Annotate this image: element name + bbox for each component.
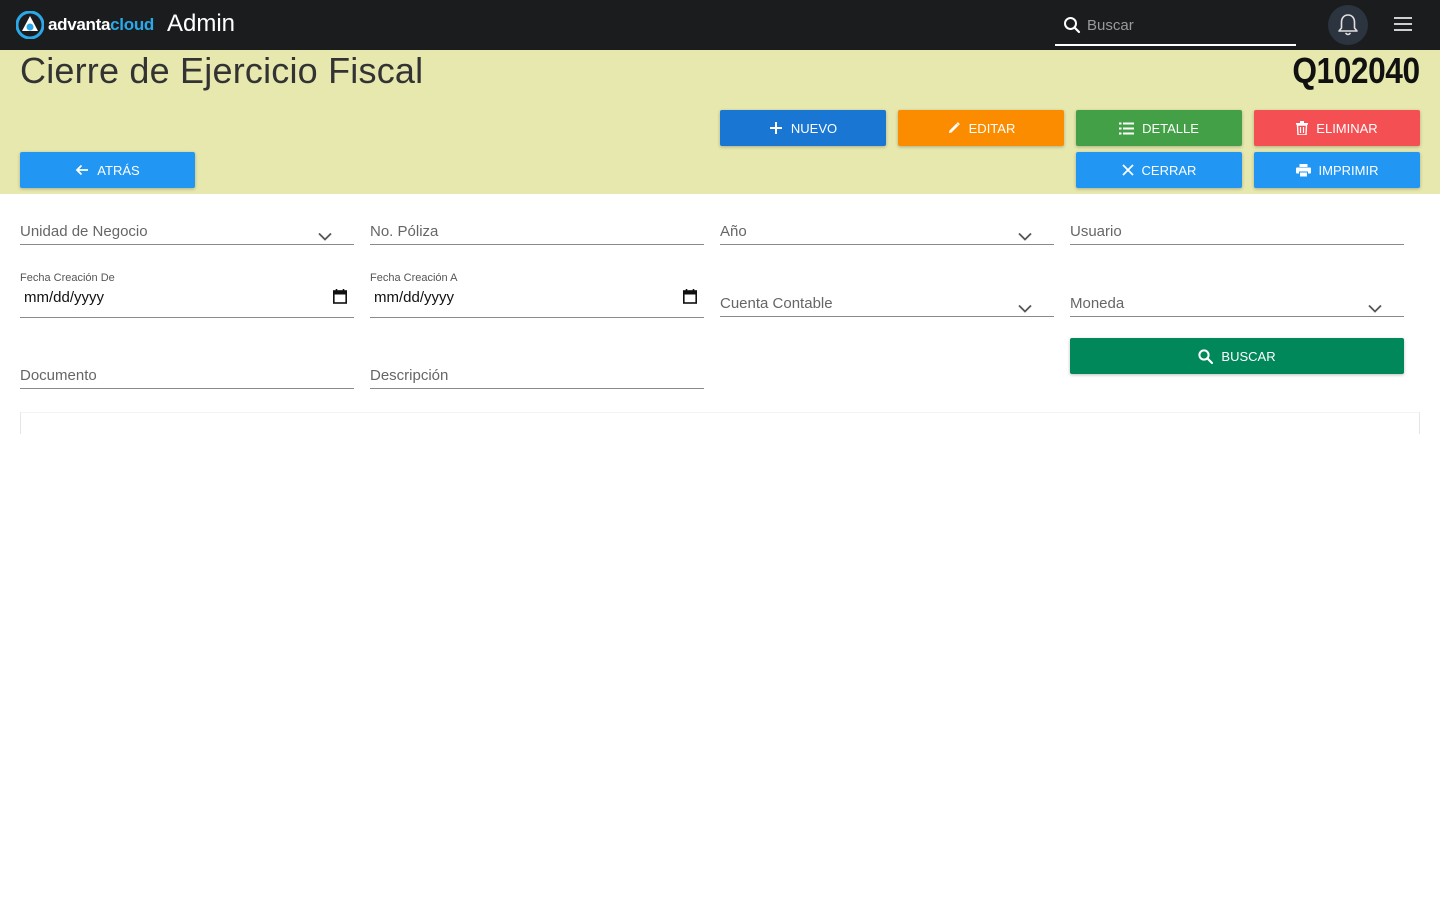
chevron-down-icon	[1368, 304, 1382, 313]
calendar-icon[interactable]	[333, 289, 347, 304]
arrow-left-icon	[76, 164, 89, 176]
global-search	[1055, 6, 1296, 46]
page-title: Cierre de Ejercicio Fiscal	[20, 50, 424, 91]
currency-select[interactable]: Moneda	[1070, 289, 1404, 317]
search-button[interactable]: BUSCAR	[1070, 338, 1404, 374]
creation-date-from-field[interactable]: Fecha Creación De mm/dd/yyyy	[20, 272, 354, 318]
creation-date-to-value: mm/dd/yyyy	[374, 289, 455, 306]
policy-number-field[interactable]: No. Póliza	[370, 217, 704, 245]
search-button-label: BUSCAR	[1221, 348, 1276, 364]
search-icon	[1064, 17, 1081, 34]
print-button-label: IMPRIMIR	[1318, 162, 1379, 178]
user-label: Usuario	[1070, 223, 1122, 240]
new-button-label: NUEVO	[790, 120, 838, 136]
close-button[interactable]: CERRAR	[1076, 152, 1242, 188]
currency-label: Moneda	[1070, 295, 1125, 312]
business-unit-label: Unidad de Negocio	[20, 223, 148, 240]
chevron-down-icon	[1018, 232, 1032, 241]
detail-button-label: DETALLE	[1142, 120, 1199, 136]
creation-date-from-value: mm/dd/yyyy	[24, 289, 105, 306]
accounting-account-select[interactable]: Cuenta Contable	[720, 289, 1054, 317]
delete-button-label: ELIMINAR	[1316, 120, 1378, 136]
calendar-icon[interactable]	[683, 289, 697, 304]
trash-icon	[1296, 121, 1309, 135]
document-label: Documento	[20, 367, 97, 384]
description-label: Descripción	[370, 367, 449, 384]
accounting-account-label: Cuenta Contable	[720, 295, 833, 312]
creation-date-to-field[interactable]: Fecha Creación A mm/dd/yyyy	[370, 272, 704, 318]
transaction-code: Q102040	[1292, 50, 1421, 91]
printer-icon	[1295, 163, 1311, 177]
user-field[interactable]: Usuario	[1070, 217, 1404, 245]
logo-text: advantacloud	[48, 15, 154, 34]
new-button[interactable]: NUEVO	[720, 110, 886, 146]
description-field[interactable]: Descripción	[370, 361, 704, 389]
pencil-icon	[948, 122, 960, 133]
year-select[interactable]: Año	[720, 217, 1054, 245]
creation-date-from-label: Fecha Creación De	[20, 272, 115, 284]
delete-button[interactable]: ELIMINAR	[1254, 110, 1420, 146]
top-bar: advantacloud Admin	[0, 0, 1440, 50]
bell-icon	[1338, 14, 1358, 36]
document-field[interactable]: Documento	[20, 361, 354, 389]
close-button-label: CERRAR	[1141, 162, 1197, 178]
search-input[interactable]	[1087, 12, 1287, 38]
list-icon	[1119, 122, 1135, 134]
year-label: Año	[720, 223, 747, 240]
advantacloud-logo-icon	[16, 11, 44, 39]
print-button[interactable]: IMPRIMIR	[1254, 152, 1420, 188]
close-icon	[1121, 164, 1134, 176]
results-panel	[20, 412, 1420, 434]
plus-icon	[769, 122, 782, 134]
back-button[interactable]: ATRÁS	[20, 152, 195, 188]
policy-number-label: No. Póliza	[370, 223, 439, 240]
chevron-down-icon	[318, 232, 332, 241]
edit-button[interactable]: EDITAR	[898, 110, 1064, 146]
back-button-label: ATRÁS	[97, 162, 140, 178]
chevron-down-icon	[1018, 304, 1032, 313]
search-icon	[1198, 348, 1214, 364]
detail-button[interactable]: DETALLE	[1076, 110, 1242, 146]
creation-date-to-label: Fecha Creación A	[370, 272, 458, 284]
app-title: Admin	[167, 10, 236, 37]
hamburger-menu-icon[interactable]	[1394, 17, 1414, 33]
notifications-button[interactable]	[1328, 5, 1368, 45]
edit-button-label: EDITAR	[968, 120, 1016, 136]
brand-logo[interactable]: advantacloud	[16, 11, 154, 39]
business-unit-select[interactable]: Unidad de Negocio	[20, 217, 354, 245]
